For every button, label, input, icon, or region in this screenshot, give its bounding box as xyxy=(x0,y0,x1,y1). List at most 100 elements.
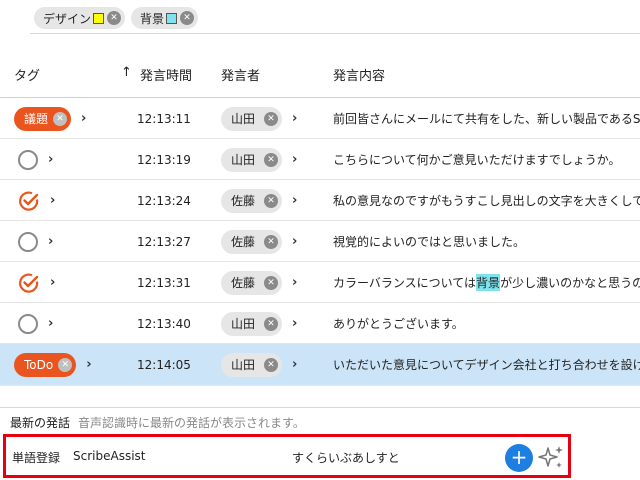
content-cell: 前回皆さんにメールにて共有をした、新しい製品であるScrib xyxy=(333,112,640,126)
content-text: カラーバランスについては xyxy=(333,276,477,290)
speaker-chip[interactable]: 山田 ✕ xyxy=(221,352,283,377)
table-row[interactable]: › 12:13:19 山田 ✕ › こちらについて何かご意見いただけますでしょう… xyxy=(0,139,640,180)
table-row[interactable]: › 12:13:27 佐藤 ✕ › 視覚的によいのではと思いました。 xyxy=(0,221,640,262)
latest-hint: 音声認識時に最新の発話が表示されます。 xyxy=(78,416,305,430)
tag-cell: › xyxy=(18,303,53,344)
column-header-speaker[interactable]: 発言者 xyxy=(221,65,260,84)
content-cell: ありがとうございます。 xyxy=(333,317,464,331)
close-icon[interactable]: ✕ xyxy=(264,193,279,208)
close-icon[interactable]: ✕ xyxy=(264,234,279,249)
speaker-cell: 山田 ✕ › xyxy=(221,139,297,180)
close-icon[interactable]: ✕ xyxy=(264,357,279,372)
filter-chip-background[interactable]: 背景 ✕ xyxy=(131,7,199,29)
app-window: デザイン ✕ 背景 ✕ タグ ↑ 発言時間 発言者 発言内容 議題 ✕ › 12… xyxy=(0,0,640,480)
time-cell: 12:14:05 xyxy=(137,357,191,372)
check-circle-icon[interactable] xyxy=(18,272,40,294)
chevron-right-icon[interactable]: › xyxy=(86,357,91,372)
speaker-chip[interactable]: 山田 ✕ xyxy=(221,106,283,131)
speaker-cell: 山田 ✕ › xyxy=(221,303,297,344)
time-cell: 12:13:40 xyxy=(137,316,191,331)
speaker-chip[interactable]: 佐藤 ✕ xyxy=(221,270,283,295)
content-cell: カラーバランスについては背景が少し濃いのかなと思うので、 xyxy=(333,262,640,303)
chevron-right-icon[interactable]: › xyxy=(48,316,53,331)
tag-label: ToDo xyxy=(24,357,54,372)
close-icon[interactable]: ✕ xyxy=(107,11,122,25)
circle-icon[interactable] xyxy=(18,313,38,334)
word-register-label: 単語登録 xyxy=(12,451,61,465)
tag-cell: ToDo ✕ › xyxy=(14,344,92,385)
chevron-right-icon[interactable]: › xyxy=(50,193,55,208)
table-row[interactable]: › 12:13:24 佐藤 ✕ › 私の意見なのですがもうすこし見出しの文字を大… xyxy=(0,180,640,221)
tag-cell: › xyxy=(18,221,53,262)
color-swatch-yellow xyxy=(93,12,105,24)
tag-cell: › xyxy=(18,262,55,303)
check-circle-icon[interactable] xyxy=(18,190,40,212)
sort-ascending-icon[interactable]: ↑ xyxy=(121,65,132,80)
word-input[interactable]: ScribeAssist xyxy=(73,449,146,463)
close-icon[interactable]: ✕ xyxy=(264,316,279,331)
speaker-cell: 佐藤 ✕ › xyxy=(221,221,297,262)
time-cell: 12:13:31 xyxy=(137,275,191,290)
column-header-content[interactable]: 発言内容 xyxy=(333,65,385,84)
speaker-chip[interactable]: 山田 ✕ xyxy=(221,147,283,172)
filter-chip-design[interactable]: デザイン ✕ xyxy=(34,7,126,29)
tag-cell: › xyxy=(18,139,53,180)
time-cell: 12:13:11 xyxy=(137,111,191,126)
close-icon[interactable]: ✕ xyxy=(264,111,279,126)
close-icon[interactable]: ✕ xyxy=(180,11,195,25)
reading-input[interactable]: すくらいぶあしすと xyxy=(292,449,400,466)
speaker-chip[interactable]: 佐藤 ✕ xyxy=(221,229,283,254)
time-cell: 12:13:27 xyxy=(137,234,191,249)
table-row-selected[interactable]: ToDo ✕ › 12:14:05 山田 ✕ › いただいた意見についてデザイン… xyxy=(0,344,640,386)
circle-icon[interactable] xyxy=(18,231,38,252)
tag-pill-agenda[interactable]: 議題 ✕ xyxy=(14,106,72,131)
speaker-label: 山田 xyxy=(231,358,256,372)
tag-cell: › xyxy=(18,180,55,221)
table-row[interactable]: 議題 ✕ › 12:13:11 山田 ✕ › 前回皆さんにメールにて共有をした、… xyxy=(0,98,640,139)
latest-title: 最新の発話 xyxy=(10,416,71,430)
tag-label: 議題 xyxy=(24,112,49,126)
close-icon[interactable]: ✕ xyxy=(264,275,279,290)
content-cell: いただいた意見についてデザイン会社と打ち合わせを設けて、 xyxy=(333,358,640,372)
tag-cell: 議題 ✕ › xyxy=(14,98,86,139)
circle-icon[interactable] xyxy=(18,149,38,170)
column-header-tag[interactable]: タグ xyxy=(14,65,40,84)
speaker-label: 佐藤 xyxy=(231,276,256,290)
speaker-label: 山田 xyxy=(231,112,256,126)
chevron-right-icon[interactable]: › xyxy=(50,275,55,290)
time-cell: 12:13:24 xyxy=(137,193,191,208)
chevron-right-icon[interactable]: › xyxy=(81,111,86,126)
chevron-right-icon[interactable]: › xyxy=(48,152,53,167)
chevron-right-icon[interactable]: › xyxy=(292,234,297,249)
close-icon[interactable]: ✕ xyxy=(53,111,68,126)
close-icon[interactable]: ✕ xyxy=(264,152,279,167)
speaker-label: 佐藤 xyxy=(231,235,256,249)
chevron-right-icon[interactable]: › xyxy=(292,152,297,167)
chevron-right-icon[interactable]: › xyxy=(292,316,297,331)
filter-label: デザイン xyxy=(43,11,92,26)
table-row[interactable]: › 12:13:40 山田 ✕ › ありがとうございます。 xyxy=(0,303,640,344)
content-text: が少し濃いのかなと思うので、 xyxy=(500,276,640,290)
filter-label: 背景 xyxy=(140,11,165,26)
word-register-panel: 単語登録 ScribeAssist すくらいぶあしすと + xyxy=(3,434,571,478)
chevron-right-icon[interactable]: › xyxy=(48,234,53,249)
tag-pill-todo[interactable]: ToDo ✕ xyxy=(14,352,77,377)
speaker-cell: 山田 ✕ › xyxy=(221,98,297,139)
close-icon[interactable]: ✕ xyxy=(58,357,73,372)
latest-utterance: 最新の発話 音声認識時に最新の発話が表示されます。 xyxy=(10,414,305,431)
sparkle-icon[interactable] xyxy=(536,443,566,473)
time-cell: 12:13:19 xyxy=(137,152,191,167)
add-word-button[interactable]: + xyxy=(505,444,533,472)
column-header-time[interactable]: 発言時間 xyxy=(140,65,192,84)
speaker-label: 佐藤 xyxy=(231,194,256,208)
chevron-right-icon[interactable]: › xyxy=(292,193,297,208)
footer-divider xyxy=(0,407,640,408)
chevron-right-icon[interactable]: › xyxy=(292,111,297,126)
speaker-chip[interactable]: 山田 ✕ xyxy=(221,311,283,336)
table-row[interactable]: › 12:13:31 佐藤 ✕ › カラーバランスについては 背景 が少し濃いのかな… xyxy=(0,262,640,303)
chevron-right-icon[interactable]: › xyxy=(292,275,297,290)
filter-bar: デザイン ✕ 背景 ✕ xyxy=(0,0,640,36)
speaker-chip[interactable]: 佐藤 ✕ xyxy=(221,188,283,213)
chevron-right-icon[interactable]: › xyxy=(292,357,297,372)
color-swatch-cyan xyxy=(166,12,178,24)
